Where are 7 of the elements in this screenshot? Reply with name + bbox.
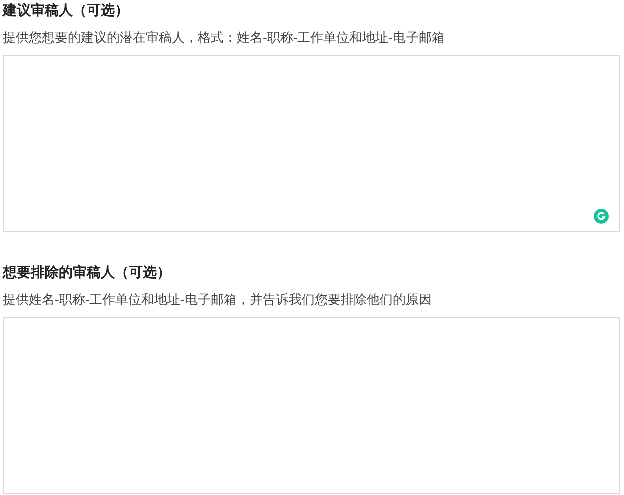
text-area[interactable] bbox=[3, 317, 620, 494]
section-title: 想要排除的审稿人（可选） bbox=[3, 263, 172, 282]
text-area[interactable] bbox=[3, 55, 620, 232]
writing-assistant-icon[interactable] bbox=[594, 209, 609, 224]
field-hint: 提供姓名-职称-工作单位和地址-电子邮箱，并告诉我们您要排除他们的原因 bbox=[3, 291, 433, 309]
field-hint: 提供您想要的建议的潜在审稿人，格式：姓名-职称-工作单位和地址-电子邮箱 bbox=[3, 29, 446, 47]
section-title: 建议审稿人（可选） bbox=[3, 1, 130, 20]
